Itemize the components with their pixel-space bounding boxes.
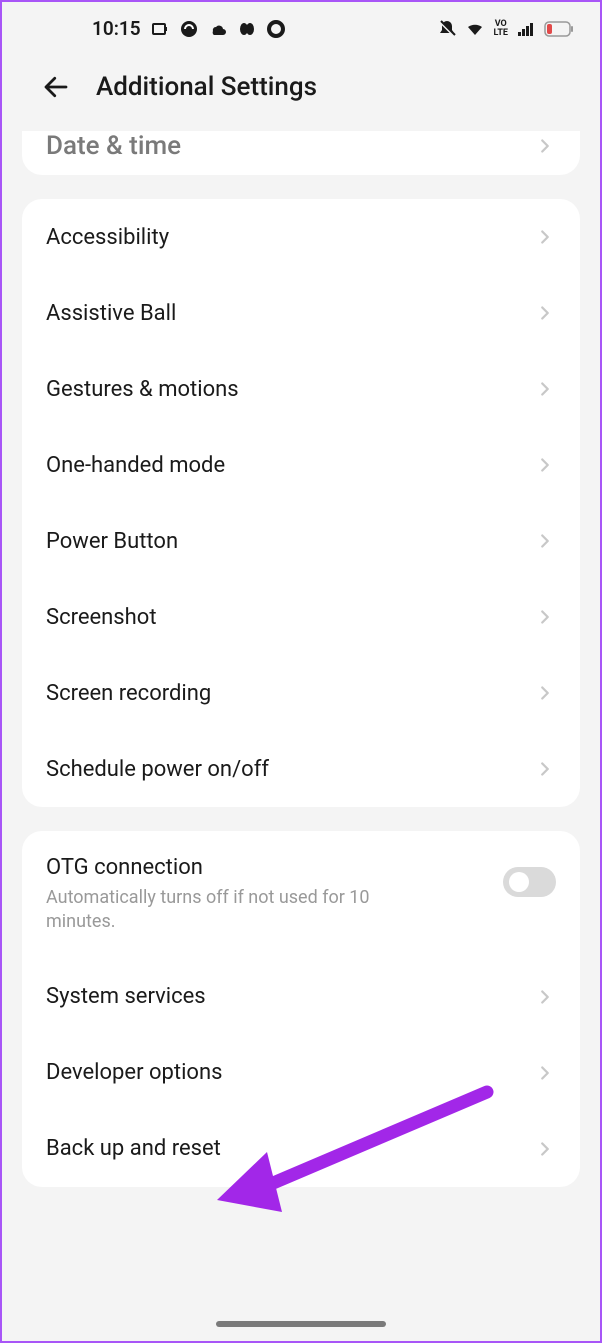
row-label: One-handed mode <box>46 453 534 478</box>
row-label: Accessibility <box>46 225 534 250</box>
row-system-services[interactable]: System services <box>22 959 580 1035</box>
chevron-right-icon <box>534 758 556 780</box>
row-back-up-reset[interactable]: Back up and reset <box>22 1111 580 1187</box>
row-label: OTG connection <box>46 855 503 880</box>
row-gestures-motions[interactable]: Gestures & motions <box>22 351 580 427</box>
row-assistive-ball[interactable]: Assistive Ball <box>22 275 580 351</box>
cloud-icon <box>208 19 228 39</box>
ring-icon <box>266 19 286 39</box>
row-screen-recording[interactable]: Screen recording <box>22 655 580 731</box>
circle-solid-icon <box>179 19 199 39</box>
settings-card-system: OTG connection Automatically turns off i… <box>22 831 580 1187</box>
settings-content: Date & time Accessibility Assistive Ball… <box>2 131 600 1187</box>
wifi-icon <box>465 19 485 39</box>
status-bar-left: 10:15 <box>92 17 286 40</box>
row-date-time[interactable]: Date & time <box>22 131 580 175</box>
page-title: Additional Settings <box>96 72 317 102</box>
row-label: Developer options <box>46 1060 534 1085</box>
row-label: System services <box>46 984 534 1009</box>
signal-icon <box>516 19 536 39</box>
row-one-handed-mode[interactable]: One-handed mode <box>22 427 580 503</box>
chevron-right-icon <box>534 135 556 157</box>
row-label: Date & time <box>46 131 534 161</box>
row-power-button[interactable]: Power Button <box>22 503 580 579</box>
chevron-right-icon <box>534 1062 556 1084</box>
row-label: Back up and reset <box>46 1136 534 1161</box>
row-subtitle: Automatically turns off if not used for … <box>46 886 426 935</box>
nav-handle[interactable] <box>216 1321 386 1327</box>
row-label: Gestures & motions <box>46 377 534 402</box>
app-header: Additional Settings <box>2 55 600 131</box>
status-bar-right: VOLTE <box>437 19 574 39</box>
settings-card-accessibility: Accessibility Assistive Ball Gestures & … <box>22 199 580 807</box>
bell-off-icon <box>437 19 457 39</box>
chevron-right-icon <box>534 302 556 324</box>
chevron-right-icon <box>534 606 556 628</box>
chevron-right-icon <box>534 454 556 476</box>
row-screenshot[interactable]: Screenshot <box>22 579 580 655</box>
settings-card-datetime: Date & time <box>22 131 580 175</box>
row-accessibility[interactable]: Accessibility <box>22 199 580 275</box>
battery-low-icon <box>544 21 574 37</box>
chevron-right-icon <box>534 1138 556 1160</box>
status-bar: 10:15 VOLTE <box>2 2 600 55</box>
chevron-right-icon <box>534 530 556 552</box>
chevron-right-icon <box>534 378 556 400</box>
row-schedule-power[interactable]: Schedule power on/off <box>22 731 580 807</box>
back-button[interactable] <box>38 69 74 105</box>
chevron-right-icon <box>534 226 556 248</box>
row-developer-options[interactable]: Developer options <box>22 1035 580 1111</box>
row-label: Power Button <box>46 529 534 554</box>
otg-toggle[interactable] <box>503 867 556 897</box>
chevron-right-icon <box>534 986 556 1008</box>
row-label: Screenshot <box>46 605 534 630</box>
row-otg-connection[interactable]: OTG connection Automatically turns off i… <box>22 831 580 959</box>
row-label: Assistive Ball <box>46 301 534 326</box>
status-time: 10:15 <box>92 17 141 40</box>
chevron-right-icon <box>534 682 556 704</box>
row-label: Screen recording <box>46 681 534 706</box>
pill-icon <box>237 19 257 39</box>
charging-icon <box>150 19 170 39</box>
row-label: Schedule power on/off <box>46 757 534 782</box>
volte-icon: VOLTE <box>493 20 508 38</box>
